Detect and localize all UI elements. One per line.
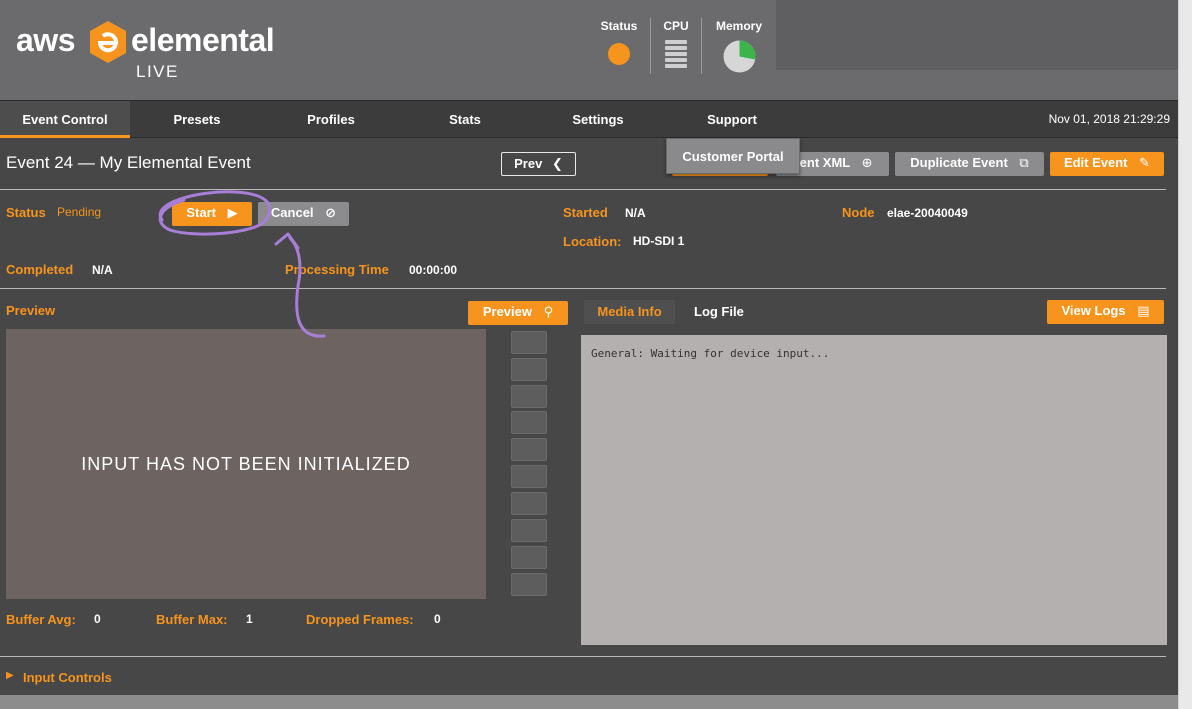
buffer-max-label: Buffer Max: [156,612,228,627]
server-datetime: Nov 01, 2018 21:29:29 [1048,112,1170,126]
cpu-meter-label: CPU [663,19,689,33]
edit-event-label: Edit Event [1063,155,1128,170]
support-dropdown: Customer Portal [666,138,800,174]
meter-divider [701,18,702,74]
tab-media-info[interactable]: Media Info [584,300,675,324]
thumbnail-slot[interactable] [511,438,547,461]
media-info-text: General: Waiting for device input... [591,347,830,360]
bottom-strip [0,695,1178,709]
dropped-frames-label: Dropped Frames: [306,612,414,627]
preview-pane: INPUT HAS NOT BEEN INITIALIZED [6,329,486,599]
main-nav: Event Control Presets Profiles Stats Set… [0,100,1178,138]
status-value: Pending [57,205,102,219]
preview-section-label: Preview [6,303,56,318]
buffer-max-value: 1 [246,612,253,626]
search-icon: ⚲ [543,304,554,319]
thumbnail-slot[interactable] [511,573,547,596]
location-label: Location: [563,234,622,249]
event-title: Event 24 — My Elemental Event [6,153,251,172]
thumbnail-slot[interactable] [511,546,547,569]
duplicate-event-button[interactable]: Duplicate Event ⧉ [895,152,1044,176]
tab-log-file[interactable]: Log File [694,300,744,324]
thumbnail-slot[interactable] [511,358,547,381]
logo-brand-text: elemental [131,22,275,58]
dropped-frames-value: 0 [434,612,441,626]
completed-value: N/A [92,263,113,277]
status-indicator-icon [608,43,630,65]
preview-button[interactable]: Preview ⚲ [468,301,568,325]
tab-presets[interactable]: Presets [132,101,262,138]
completed-label: Completed [6,262,74,277]
log-list-icon: ▤ [1137,303,1150,318]
meter-divider [650,18,651,74]
cpu-bars-icon [665,40,687,70]
tab-support[interactable]: Support [667,101,797,138]
tab-profiles[interactable]: Profiles [266,101,396,138]
export-icon: ⊕ [861,155,873,170]
started-label: Started [563,205,608,220]
thumbnail-slot[interactable] [511,411,547,434]
annotation-circle-arrow [158,190,326,338]
preview-message: INPUT HAS NOT BEEN INITIALIZED [81,454,411,474]
pencil-icon: ✎ [1139,155,1151,170]
export-xml-label: vent XML [792,155,851,170]
prev-button-label: Prev [514,156,543,171]
thumbnail-slot[interactable] [511,492,547,515]
thumbnail-slot[interactable] [511,331,547,354]
started-value: N/A [625,206,646,220]
thumbnail-slot[interactable] [511,519,547,542]
node-value: elae-20040049 [887,206,968,220]
preview-button-label: Preview [482,304,532,319]
view-logs-button[interactable]: View Logs ▤ [1047,300,1164,324]
thumbnail-slot[interactable] [511,385,547,408]
caret-right-icon[interactable]: ▶ [6,670,14,681]
copy-icon: ⧉ [1019,155,1029,170]
tab-event-control[interactable]: Event Control [0,101,130,138]
buffer-avg-label: Buffer Avg: [6,612,76,627]
duplicate-event-label: Duplicate Event [910,155,1008,170]
memory-meter-label: Memory [715,19,762,33]
window-scrollbar[interactable] [1178,0,1192,709]
processing-time-value: 00:00:00 [409,263,458,277]
buffer-avg-value: 0 [94,612,101,626]
tab-settings[interactable]: Settings [533,101,663,138]
edit-event-button[interactable]: Edit Event ✎ [1050,152,1164,176]
thumbnail-slot[interactable] [511,465,547,488]
input-controls-toggle[interactable]: Input Controls [23,670,112,685]
status-meter-label: Status [600,19,638,33]
tab-stats[interactable]: Stats [400,101,530,138]
logo-product-text: LIVE [136,62,179,81]
elemental-logo-icon [90,21,126,63]
media-info-panel: General: Waiting for device input... [581,335,1167,645]
chevron-left-icon: ❮ [551,156,563,171]
node-label: Node [842,205,875,220]
customer-portal-menu-item[interactable]: Customer Portal [667,139,799,175]
logo-aws-text: aws [16,22,75,58]
location-value: HD-SDI 1 [633,234,685,248]
header-side-panel [776,0,1178,70]
section-divider [0,656,1166,657]
status-label: Status [6,205,46,220]
prev-button[interactable]: Prev ❮ [501,152,576,176]
view-logs-label: View Logs [1061,303,1126,318]
memory-pie-icon [723,40,756,73]
